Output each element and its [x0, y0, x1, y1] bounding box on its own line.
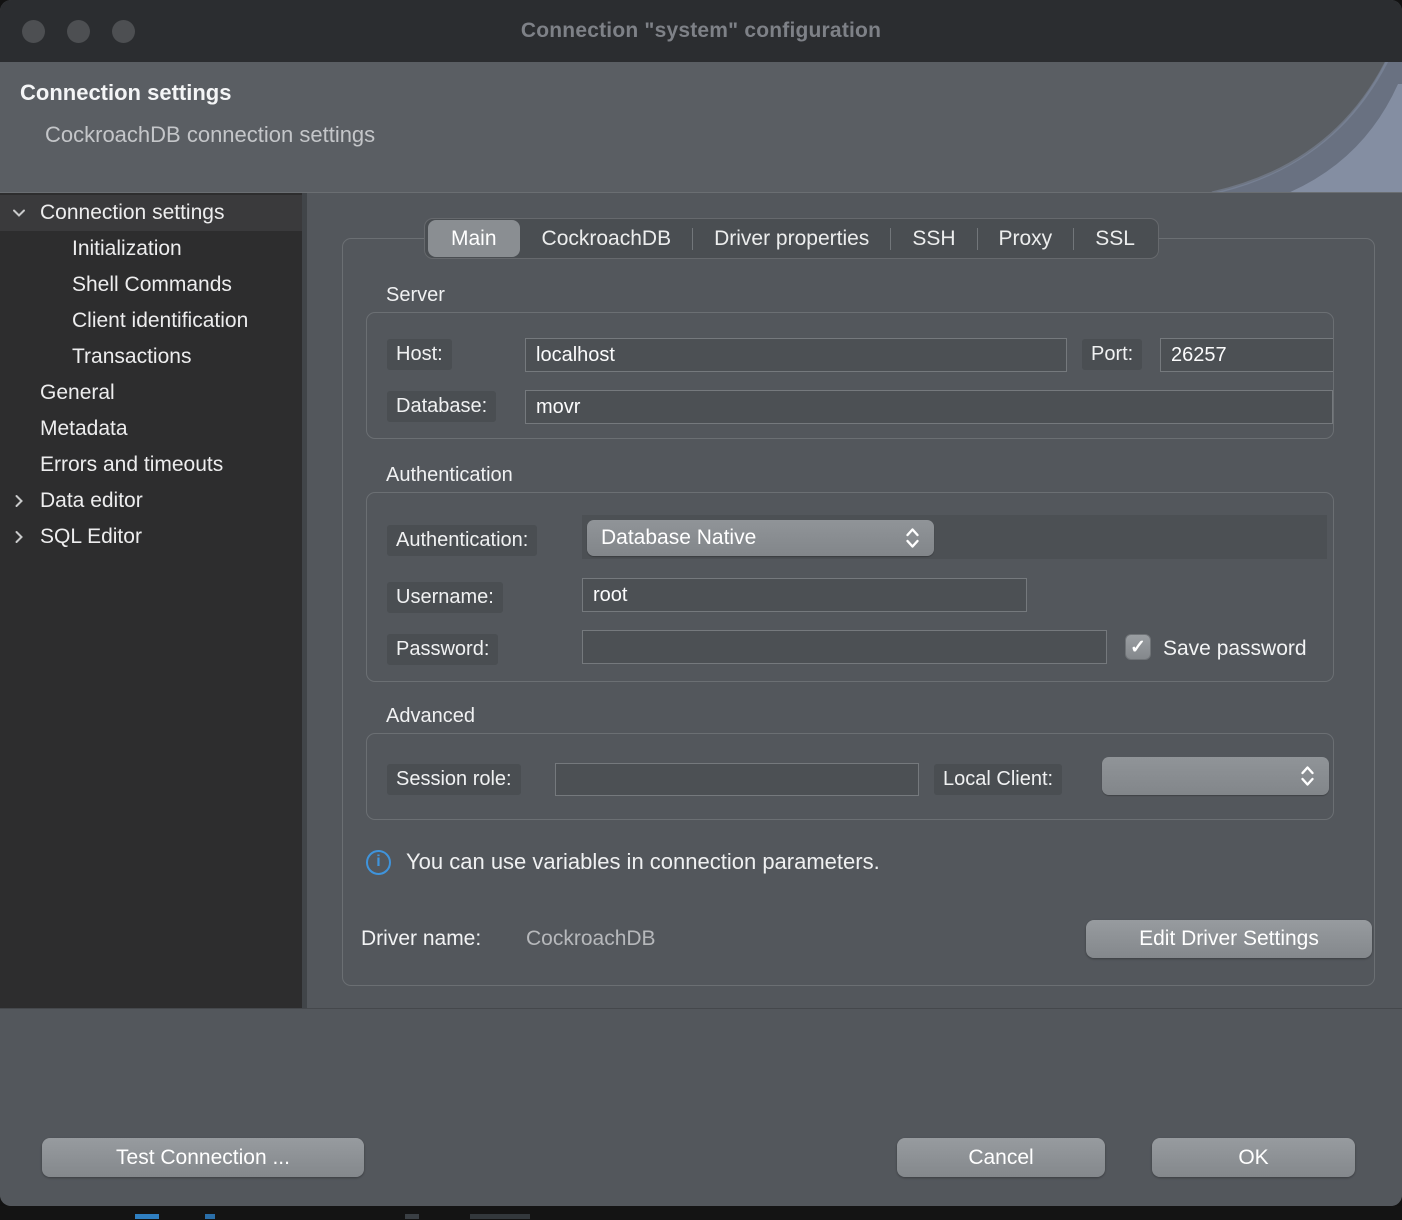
- save-password-checkbox[interactable]: ✓: [1125, 634, 1151, 660]
- tab-cockroachdb[interactable]: CockroachDB: [521, 219, 693, 258]
- host-input[interactable]: [525, 338, 1067, 372]
- tree-item-label: General: [40, 381, 115, 405]
- tree-item-shell-commands[interactable]: Shell Commands: [0, 267, 302, 303]
- updown-chevron-icon: [1300, 764, 1315, 788]
- info-text: You can use variables in connection para…: [406, 849, 880, 875]
- screen: Connection "system" configuration Connec…: [0, 0, 1402, 1220]
- username-input[interactable]: [582, 578, 1027, 612]
- tree-item-label: Shell Commands: [72, 273, 232, 297]
- background-window-fragment: [135, 1214, 159, 1219]
- background-window-fragment: [205, 1214, 215, 1219]
- session-role-input[interactable]: [555, 763, 919, 796]
- tree-item-data-editor[interactable]: Data editor: [0, 483, 302, 519]
- main-tab-panel: Server Host: Port: Database: Authenticat…: [342, 238, 1375, 986]
- tabbar: Main CockroachDB Driver properties SSH P…: [424, 218, 1159, 259]
- tree-item-label: Errors and timeouts: [40, 453, 223, 477]
- tab-ssl[interactable]: SSL: [1074, 219, 1156, 258]
- username-label: Username:: [387, 582, 503, 613]
- tree-item-label: Metadata: [40, 417, 128, 441]
- session-role-label: Session role:: [387, 764, 521, 795]
- main-area: Main CockroachDB Driver properties SSH P…: [307, 193, 1402, 1009]
- server-group: Host: Port: Database:: [366, 312, 1334, 439]
- server-section-title: Server: [386, 284, 1374, 306]
- driver-name-value: CockroachDB: [526, 927, 656, 951]
- dialog-body: Connection settings Initialization Shell…: [0, 193, 1402, 1009]
- driver-row: Driver name: CockroachDB Edit Driver Set…: [366, 920, 1356, 960]
- edit-driver-settings-button[interactable]: Edit Driver Settings: [1086, 920, 1372, 958]
- host-label: Host:: [387, 339, 452, 370]
- window-title: Connection "system" configuration: [0, 19, 1402, 43]
- tree-item-sql-editor[interactable]: SQL Editor: [0, 519, 302, 555]
- tree-item-client-identification[interactable]: Client identification: [0, 303, 302, 339]
- tree-item-connection-settings[interactable]: Connection settings: [0, 195, 302, 231]
- save-password-label-wrap: Save password: [1163, 636, 1315, 662]
- authentication-group: Authentication: Database Native Username…: [366, 492, 1334, 682]
- tree-item-label: Client identification: [72, 309, 248, 333]
- dialog-footer: Test Connection ... Cancel OK: [0, 1008, 1402, 1206]
- local-client-label: Local Client:: [934, 764, 1062, 795]
- authentication-selected-value: Database Native: [601, 526, 895, 550]
- tab-ssh[interactable]: SSH: [891, 219, 976, 258]
- tree-item-transactions[interactable]: Transactions: [0, 339, 302, 375]
- port-input[interactable]: [1160, 338, 1334, 372]
- tree-item-label: Transactions: [72, 345, 191, 369]
- background-window-fragment: [470, 1214, 530, 1219]
- connection-config-window: Connection "system" configuration Connec…: [0, 0, 1402, 1206]
- database-label: Database:: [387, 391, 496, 422]
- tree-item-initialization[interactable]: Initialization: [0, 231, 302, 267]
- password-input[interactable]: [582, 630, 1107, 664]
- driver-name-label: Driver name:: [361, 927, 481, 951]
- background-window-fragment: [405, 1214, 419, 1219]
- chevron-down-icon[interactable]: [12, 206, 26, 220]
- info-row: i You can use variables in connection pa…: [366, 848, 1374, 876]
- chevron-right-icon[interactable]: [12, 494, 26, 508]
- info-icon: i: [366, 850, 391, 875]
- chevron-right-icon[interactable]: [12, 530, 26, 544]
- tree-item-label: Connection settings: [40, 201, 224, 225]
- decorative-swoosh: [1092, 62, 1402, 193]
- updown-chevron-icon: [905, 526, 920, 550]
- advanced-group: Session role: Local Client:: [366, 733, 1334, 820]
- tree-item-metadata[interactable]: Metadata: [0, 411, 302, 447]
- authentication-section-title: Authentication: [386, 464, 1374, 486]
- authentication-select[interactable]: Database Native: [587, 520, 934, 556]
- tree-item-label: SQL Editor: [40, 525, 142, 549]
- ok-button[interactable]: OK: [1152, 1138, 1355, 1177]
- authentication-label: Authentication:: [387, 525, 537, 556]
- local-client-select[interactable]: [1102, 757, 1329, 795]
- password-label: Password:: [387, 634, 498, 665]
- tab-main[interactable]: Main: [428, 220, 520, 257]
- titlebar: Connection "system" configuration: [0, 0, 1402, 62]
- desktop-strip: [0, 1206, 1402, 1220]
- port-label: Port:: [1082, 339, 1142, 370]
- tab-proxy[interactable]: Proxy: [978, 219, 1074, 258]
- tree-item-errors-and-timeouts[interactable]: Errors and timeouts: [0, 447, 302, 483]
- advanced-section-title: Advanced: [386, 705, 1374, 727]
- tree-item-label: Initialization: [72, 237, 182, 261]
- cancel-button[interactable]: Cancel: [897, 1138, 1105, 1177]
- test-connection-button[interactable]: Test Connection ...: [42, 1138, 364, 1177]
- tree-item-general[interactable]: General: [0, 375, 302, 411]
- tab-driver-properties[interactable]: Driver properties: [693, 219, 890, 258]
- save-password-label: Save password: [1163, 637, 1307, 660]
- settings-tree: Connection settings Initialization Shell…: [0, 193, 307, 1009]
- header-banner: Connection settings CockroachDB connecti…: [0, 62, 1402, 193]
- tree-item-label: Data editor: [40, 489, 143, 513]
- database-input[interactable]: [525, 390, 1333, 424]
